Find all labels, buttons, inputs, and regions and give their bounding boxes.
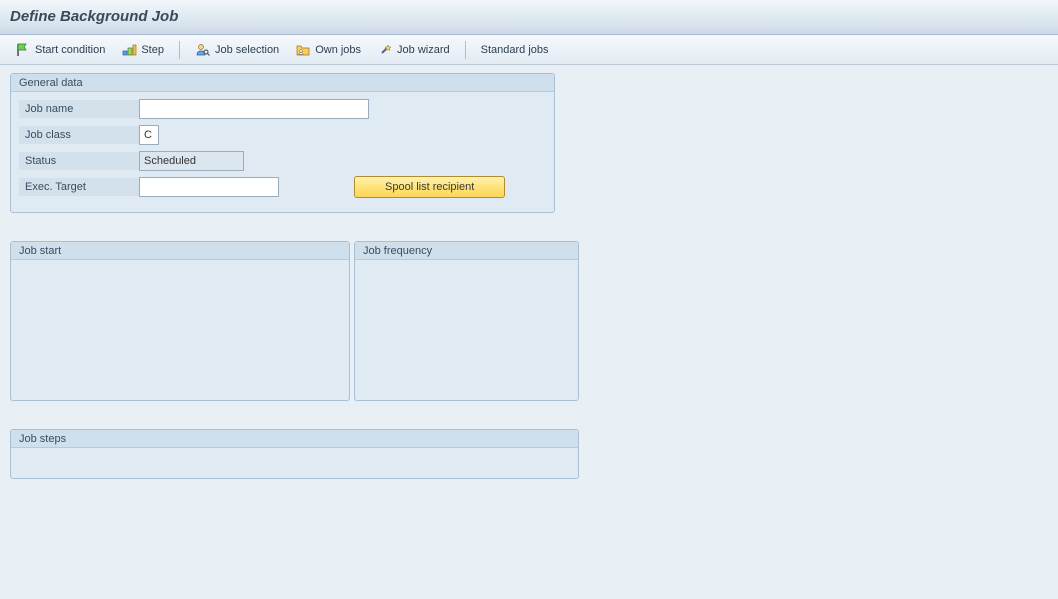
job-class-row: Job class (19, 124, 546, 146)
exec-target-label: Exec. Target (19, 178, 139, 196)
status-label: Status (19, 152, 139, 170)
toolbar-separator-2 (465, 41, 466, 59)
title-bar: Define Background Job (0, 0, 1058, 35)
general-data-title: General data (11, 74, 554, 92)
job-frequency-body (355, 260, 578, 400)
page-title: Define Background Job (10, 8, 178, 25)
exec-target-input[interactable] (139, 177, 279, 197)
status-field (139, 151, 244, 171)
person-search-icon (195, 42, 211, 58)
job-frequency-title: Job frequency (355, 242, 578, 260)
standard-jobs-button[interactable]: Standard jobs (474, 40, 556, 60)
job-steps-panel: Job steps (10, 429, 579, 479)
job-name-row: Job name (19, 98, 546, 120)
job-start-panel: Job start (10, 241, 350, 401)
step-button[interactable]: Step (114, 38, 171, 62)
job-start-body (11, 260, 349, 400)
exec-target-row: Exec. Target Spool list recipient (19, 176, 546, 198)
content-area: General data Job name Job class Status E… (0, 65, 1058, 515)
job-frequency-panel: Job frequency (354, 241, 579, 401)
job-steps-body (11, 448, 578, 478)
flag-icon (15, 42, 31, 58)
toolbar: Start condition Step Job selection Own j… (0, 35, 1058, 65)
job-start-title: Job start (11, 242, 349, 260)
job-selection-button[interactable]: Job selection (188, 38, 286, 62)
general-data-body: Job name Job class Status Exec. Target S… (11, 92, 554, 212)
job-class-input[interactable] (139, 125, 159, 145)
own-jobs-button[interactable]: Own jobs (288, 38, 368, 62)
job-name-label: Job name (19, 100, 139, 118)
job-class-label: Job class (19, 126, 139, 144)
general-data-panel: General data Job name Job class Status E… (10, 73, 555, 213)
job-name-input[interactable] (139, 99, 369, 119)
start-frequency-row: Job start Job frequency (10, 241, 1048, 401)
step-icon (121, 42, 137, 58)
status-row: Status (19, 150, 546, 172)
start-condition-label: Start condition (35, 44, 105, 56)
job-steps-title: Job steps (11, 430, 578, 448)
own-jobs-label: Own jobs (315, 44, 361, 56)
job-wizard-label: Job wizard (397, 44, 450, 56)
folder-person-icon (295, 42, 311, 58)
standard-jobs-label: Standard jobs (481, 44, 549, 56)
step-label: Step (141, 44, 164, 56)
toolbar-separator (179, 41, 180, 59)
spool-list-recipient-button[interactable]: Spool list recipient (354, 176, 505, 198)
job-wizard-button[interactable]: Job wizard (370, 38, 457, 62)
job-selection-label: Job selection (215, 44, 279, 56)
wizard-icon (377, 42, 393, 58)
start-condition-button[interactable]: Start condition (8, 38, 112, 62)
